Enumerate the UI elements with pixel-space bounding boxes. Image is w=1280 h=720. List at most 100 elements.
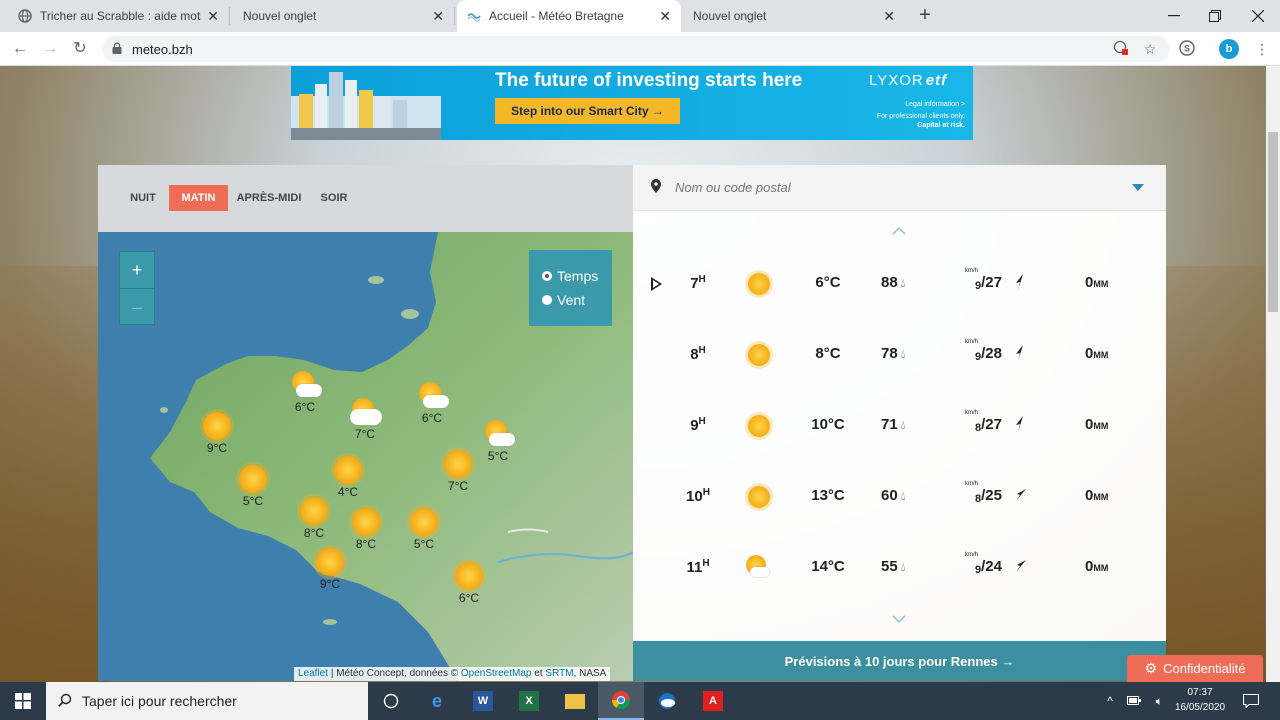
map-marker[interactable]: 6°C <box>402 382 462 425</box>
map-marker[interactable]: 5°C <box>394 508 454 551</box>
layer-label: Vent <box>557 292 586 308</box>
dropdown-arrow-icon[interactable] <box>1132 184 1144 191</box>
map-marker[interactable]: 8°C <box>336 508 396 551</box>
word-icon[interactable]: W <box>460 682 506 720</box>
humidity-value: 88 <box>881 274 898 291</box>
ten-day-forecast-link[interactable]: Prévisions à 10 jours pour Rennes → <box>633 641 1166 681</box>
bookmark-star-icon[interactable]: ☆ <box>1141 40 1159 58</box>
acrobat-icon[interactable]: A <box>690 682 736 720</box>
privacy-button[interactable]: ⚙ Confidentialité <box>1127 655 1263 682</box>
forecast-rain: 0MM <box>1085 274 1125 291</box>
srtm-link[interactable]: SRTM <box>545 668 573 679</box>
page-scrollbar[interactable] <box>1266 66 1280 682</box>
svg-text:S: S <box>1184 44 1190 54</box>
profile-avatar[interactable]: b <box>1219 39 1239 59</box>
chrome-menu-icon[interactable]: ⋮ <box>1253 40 1271 58</box>
layer-option-temps[interactable]: Temps <box>542 264 612 288</box>
tab-scrabble[interactable]: Tricher au Scrabble : aide mots et ✕ <box>8 7 230 25</box>
forecast-row[interactable]: 8H 8°C 78 💧︎ km/h 9/28 0MM <box>633 321 1166 392</box>
ad-headline: The future of investing starts here <box>495 70 803 91</box>
map-marker[interactable]: 7°C <box>335 398 395 441</box>
map-marker[interactable]: 6°C <box>439 562 499 605</box>
wind-value: /27 <box>981 274 1002 291</box>
scrollbar-thumb[interactable] <box>1268 132 1278 312</box>
close-tab-icon[interactable]: ✕ <box>207 8 219 25</box>
map-marker[interactable]: 5°C <box>223 465 283 508</box>
map-marker[interactable]: 4°C <box>318 456 378 499</box>
location-search[interactable]: Nom ou code postal <box>633 165 1166 211</box>
chevron-up-icon[interactable]: ^ <box>1107 694 1113 708</box>
osm-link[interactable]: OpenStreetMap <box>461 668 532 679</box>
browser-toolbar: ← → ↻ meteo.bzh ☆ S b ⋮ <box>0 32 1280 66</box>
scroll-up-chevron-icon[interactable] <box>891 222 907 238</box>
new-tab-button[interactable]: + <box>913 4 937 28</box>
wind-value: /27 <box>981 416 1002 433</box>
tab-new-2[interactable]: Nouvel onglet ✕ <box>683 7 905 25</box>
edge-icon[interactable]: e <box>414 682 460 720</box>
skype-extension-icon[interactable]: S <box>1178 40 1196 58</box>
layer-selector: Temps Vent <box>529 250 612 326</box>
minimize-icon[interactable] <box>1152 0 1196 32</box>
ad-cta-button[interactable]: Step into our Smart City → <box>495 98 680 124</box>
taskbar-search-box[interactable]: Taper ici pour rechercher <box>46 682 368 720</box>
layer-option-vent[interactable]: Vent <box>542 288 612 312</box>
notification-icon[interactable] <box>1236 682 1266 720</box>
marker-temp: 5°C <box>413 537 435 551</box>
close-tab-icon[interactable]: ✕ <box>659 8 671 25</box>
windows-start-icon[interactable] <box>0 682 46 720</box>
reload-icon[interactable]: ↻ <box>68 37 92 61</box>
tab-apres-midi[interactable]: APRÈS-MIDI <box>234 185 304 211</box>
forecast-row[interactable]: 9H 10°C 71 💧︎ km/h 8/27 0MM <box>633 392 1166 463</box>
address-bar[interactable]: meteo.bzh <box>102 36 1170 62</box>
tab-new-1[interactable]: Nouvel onglet ✕ <box>233 7 455 25</box>
map-marker[interactable]: 9°C <box>187 412 247 455</box>
restore-icon[interactable] <box>1193 0 1237 32</box>
close-tab-icon[interactable]: ✕ <box>883 8 895 25</box>
weather-app-icon[interactable] <box>644 682 690 720</box>
marker-temp: 6°C <box>294 400 316 414</box>
ad-legal-text: Legal information > For professional cli… <box>859 100 965 130</box>
close-tab-icon[interactable]: ✕ <box>432 8 444 25</box>
forecast-temp: 8°C <box>815 345 841 362</box>
task-view-icon[interactable] <box>368 682 414 720</box>
file-explorer-icon[interactable] <box>552 682 598 720</box>
map-marker[interactable]: 9°C <box>300 548 360 591</box>
map-marker[interactable]: 8°C <box>284 497 344 540</box>
cloud-sun-icon <box>348 398 382 426</box>
ad-legal-line[interactable]: Legal information > <box>859 100 965 109</box>
leaflet-link[interactable]: Leaflet <box>298 668 328 679</box>
radio-icon[interactable] <box>542 295 552 305</box>
forecast-row[interactable]: 11H 14°C 55 💧︎ km/h 9/24 0MM <box>633 534 1166 605</box>
tab-matin[interactable]: MATIN <box>169 185 228 211</box>
zoom-in-button[interactable]: + <box>120 252 154 288</box>
forecast-panel: Nom ou code postal 7H 6°C 88 💧︎ km/h 9/27 … <box>633 165 1166 681</box>
taskbar-clock[interactable]: 07:37 16/05/2020 <box>1168 685 1232 717</box>
scroll-down-chevron-icon[interactable] <box>891 610 907 626</box>
tab-meteo[interactable]: Accueil - Météo Bretagne ✕ <box>457 0 681 32</box>
volume-icon[interactable]: 🔈︎ <box>1156 694 1163 709</box>
back-icon[interactable]: ← <box>8 37 32 61</box>
battery-icon[interactable] <box>1127 694 1142 708</box>
globe-icon <box>18 9 32 23</box>
system-tray: ^ 🔈︎ <box>1100 682 1170 720</box>
clock-date: 16/05/2020 <box>1174 702 1226 713</box>
forecast-row[interactable]: 7H 6°C 88 💧︎ km/h 9/27 0MM <box>633 250 1166 321</box>
radio-selected-icon[interactable] <box>542 271 552 281</box>
weather-map[interactable]: + – Temps Vent 6°C 7°C 6°C 9°C 5°C 4°C 7… <box>98 232 633 681</box>
translate-icon[interactable] <box>1112 40 1130 58</box>
excel-icon[interactable]: X <box>506 682 552 720</box>
tab-soir[interactable]: SOIR <box>316 185 352 211</box>
play-icon[interactable] <box>651 277 662 291</box>
map-marker[interactable]: 7°C <box>428 450 488 493</box>
forward-icon[interactable]: → <box>38 37 62 61</box>
ad-banner[interactable]: The future of investing starts here Step… <box>291 66 973 140</box>
map-marker[interactable]: 6°C <box>275 371 335 414</box>
close-window-icon[interactable] <box>1236 0 1280 32</box>
marker-temp: 9°C <box>319 577 341 591</box>
tab-nuit[interactable]: NUIT <box>125 185 161 211</box>
zoom-out-button[interactable]: – <box>120 288 154 324</box>
chrome-icon[interactable] <box>598 682 644 720</box>
hour-value: 11 <box>686 559 703 576</box>
drop-icon: 💧︎ <box>900 560 906 574</box>
forecast-row[interactable]: 10H 13°C 60 💧︎ km/h 8/25 0MM <box>633 463 1166 534</box>
